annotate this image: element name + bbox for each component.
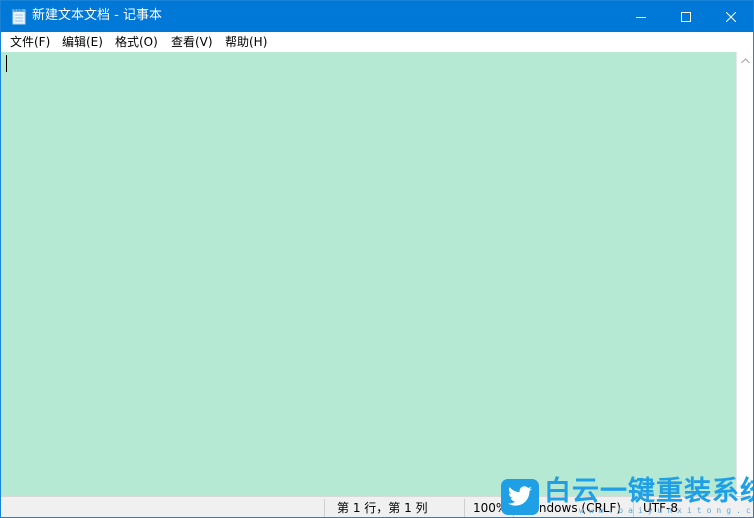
status-divider (464, 499, 465, 517)
close-button[interactable] (708, 1, 753, 32)
menu-view[interactable]: 查看(V) (171, 34, 213, 50)
close-icon (725, 11, 736, 22)
minimize-icon (635, 16, 646, 18)
menu-bar: 文件(F) 编辑(E) 格式(O) 查看(V) 帮助(H) (1, 32, 753, 52)
vertical-scrollbar[interactable] (736, 52, 753, 496)
watermark-brand: 白云一键重装系统 (544, 476, 754, 507)
minimize-button[interactable] (618, 1, 663, 32)
twitter-bird-icon (508, 486, 532, 506)
chevron-up-icon (741, 57, 750, 63)
menu-help[interactable]: 帮助(H) (225, 34, 267, 50)
watermark: 白云一键重装系统 www.baiyunxitong.com (501, 476, 754, 517)
maximize-button[interactable] (663, 1, 708, 32)
maximize-icon (680, 11, 691, 22)
watermark-badge (501, 479, 539, 515)
notepad-icon (12, 8, 26, 25)
scroll-up-button[interactable] (737, 52, 753, 69)
menu-edit[interactable]: 编辑(E) (62, 34, 103, 50)
text-editor[interactable] (1, 52, 736, 496)
status-divider (324, 499, 325, 517)
cursor-position: 第 1 行，第 1 列 (337, 501, 428, 515)
window-title: 新建文本文档 - 记事本 (32, 8, 162, 23)
menu-format[interactable]: 格式(O) (115, 34, 158, 50)
watermark-url: www.baiyunxitong.com (579, 506, 753, 515)
notepad-window: 新建文本文档 - 记事本 文件(F) 编辑(E) 格式(O) 查看(V) 帮助(… (0, 0, 754, 518)
title-bar[interactable]: 新建文本文档 - 记事本 (1, 1, 753, 32)
text-caret (6, 55, 7, 72)
menu-file[interactable]: 文件(F) (10, 34, 50, 50)
